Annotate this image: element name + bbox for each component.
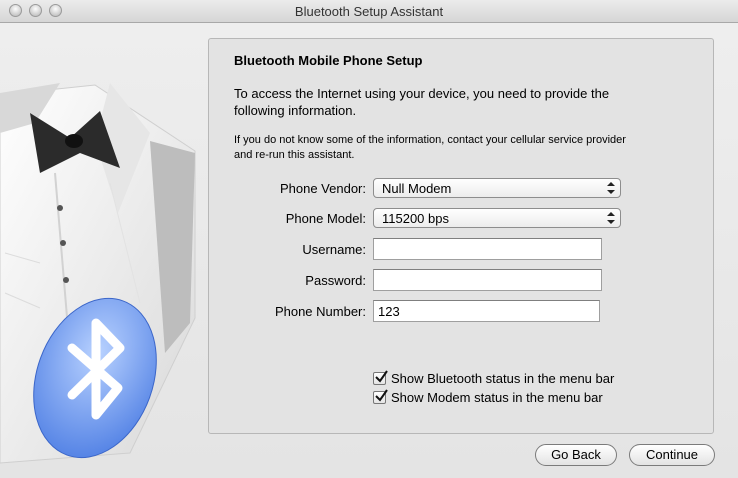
popup-arrows-icon <box>607 212 615 224</box>
note-text-line-1: If you do not know some of the informati… <box>234 134 626 146</box>
continue-button[interactable]: Continue <box>629 444 715 466</box>
window: Bluetooth Setup Assistant Bluetooth Mobi… <box>0 0 738 478</box>
password-field[interactable] <box>373 269 602 291</box>
modem-status-checkbox[interactable] <box>373 389 388 404</box>
username-label: Username: <box>302 242 366 257</box>
go-back-button[interactable]: Go Back <box>535 444 617 466</box>
phone-vendor-value: Null Modem <box>382 181 452 196</box>
note-text-line-2: and re-run this assistant. <box>234 149 355 161</box>
phone-vendor-label: Phone Vendor: <box>279 181 366 196</box>
password-label: Password: <box>305 273 366 288</box>
bluetooth-status-checkbox[interactable] <box>373 370 388 385</box>
tuxedo-bluetooth-icon <box>0 83 196 464</box>
modem-status-label[interactable]: Show Modem status in the menu bar <box>391 390 603 405</box>
bluetooth-status-label[interactable]: Show Bluetooth status in the menu bar <box>391 371 614 386</box>
content-area: Bluetooth Mobile Phone Setup To access t… <box>0 23 738 478</box>
checkmark-icon <box>375 370 388 383</box>
phone-number-label: Phone Number: <box>274 304 366 319</box>
phone-model-popup[interactable]: 115200 bps <box>373 208 621 228</box>
title-bar[interactable]: Bluetooth Setup Assistant <box>0 0 738 23</box>
popup-arrows-icon <box>607 182 615 194</box>
phone-model-label: Phone Model: <box>285 211 366 226</box>
setup-panel: Bluetooth Mobile Phone Setup To access t… <box>208 38 714 434</box>
phone-model-value: 115200 bps <box>382 211 449 226</box>
phone-vendor-popup[interactable]: Null Modem <box>373 178 621 198</box>
intro-text-line-1: To access the Internet using your device… <box>234 86 610 101</box>
window-title: Bluetooth Setup Assistant <box>294 4 444 19</box>
intro-text-line-2: following information. <box>234 103 357 118</box>
checkmark-icon <box>375 389 388 402</box>
phone-number-field[interactable]: 123 <box>373 300 600 322</box>
username-field[interactable] <box>373 238 602 260</box>
panel-heading: Bluetooth Mobile Phone Setup <box>234 53 423 68</box>
